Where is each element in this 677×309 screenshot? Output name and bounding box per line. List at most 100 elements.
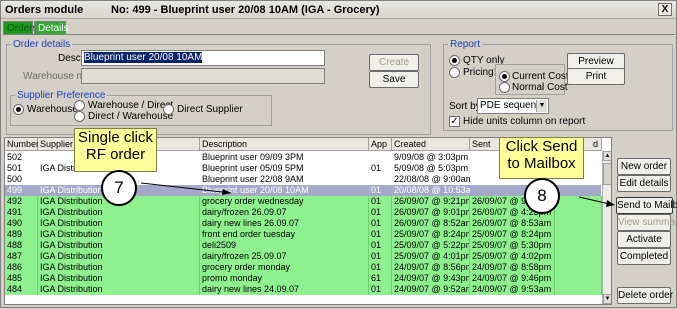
radio-warehouse-direct[interactable] [74, 100, 85, 111]
table-row[interactable]: 499 IGA Distribution Blueprint user 20/08 … [5, 185, 601, 196]
table-row[interactable]: 488 IGA Distribution deli2509 01 25/09/07 @ … [5, 240, 602, 251]
order-title: No: 499 - Blueprint user 20/08 10AM (IGA… [111, 4, 380, 16]
cell-num: 500 [7, 174, 23, 184]
cell-created: 20/08/08 @ 10:53am [394, 185, 470, 195]
tab-details[interactable]: Details [34, 21, 69, 35]
scroll-thumb[interactable] [603, 163, 611, 185]
cell-extra [555, 273, 602, 284]
cell-app: 01 [371, 185, 382, 195]
cell-desc: Blueprint user 20/08 10AM [202, 185, 309, 195]
tab-orders[interactable]: Orders [3, 21, 38, 35]
desc-label: Desc [58, 53, 81, 64]
cell-desc: dairy new lines 26.09.07 [200, 218, 369, 229]
callout-send-mailbox: Click Send to Mailbox [499, 137, 584, 179]
radio-current-cost[interactable] [499, 71, 510, 82]
cell-created: 25/09/07 @ 5:22pm [394, 240, 470, 251]
table-row[interactable]: 491 IGA Distribution dairy/frozen 26.09.07… [5, 207, 602, 218]
radio-direct-warehouse-label: Direct / Warehouse [88, 111, 174, 122]
edit-details-button[interactable]: Edit details [617, 175, 671, 192]
col-header-created[interactable]: Created [392, 138, 470, 151]
cell-extra [555, 196, 602, 207]
view-summary-button[interactable]: View summary [617, 214, 677, 231]
cell-sent: 24/09/07 @ 8:58pm [470, 262, 555, 273]
cell-num: 492 [5, 196, 38, 207]
cell-supplier: IGA Distribution [38, 251, 200, 262]
cell-desc: Blueprint user 09/09 3PM [202, 152, 304, 162]
table-row[interactable]: 485 IGA Distribution promo monday 61 24/09/0… [5, 273, 602, 284]
desc-input[interactable]: Blueprint user 20/08 10AM [81, 50, 325, 66]
radio-pricing[interactable] [449, 67, 460, 78]
table-row[interactable]: 486 IGA Distribution grocery order monday 0… [5, 262, 602, 273]
close-button[interactable]: X [658, 3, 672, 16]
window-title: Orders module [5, 4, 84, 16]
cell-num: 486 [5, 262, 38, 273]
radio-direct-supplier[interactable] [163, 104, 174, 115]
callout-select-line1: Single click [77, 129, 154, 146]
new-order-button[interactable]: New order [617, 158, 671, 175]
cell-app [369, 152, 392, 163]
hide-units-checkbox[interactable]: ✓ [449, 116, 460, 127]
table-scrollbar[interactable]: ▲ ▼ [602, 151, 611, 304]
radio-qty-only[interactable] [449, 55, 460, 66]
cell-supplier: IGA Distribution [38, 240, 200, 251]
cell-extra [555, 185, 602, 196]
cell-supplier: IGA Distribution [38, 273, 200, 284]
cell-created: 22/08/08 @ 9:00am [394, 174, 470, 184]
scroll-up-icon[interactable]: ▲ [603, 151, 611, 161]
cell-sent: 25/09/07 @ 5:30pm [470, 240, 555, 251]
completed-button[interactable]: Completed [617, 248, 671, 265]
col-header-app[interactable]: App [369, 138, 392, 151]
col-header-description[interactable]: Description [200, 138, 369, 151]
cell-desc: dairy/frozen 26.09.07 [200, 207, 369, 218]
send-to-mailbox-button[interactable]: Send to Mailbox [616, 197, 677, 214]
save-button[interactable]: Save [369, 71, 419, 88]
pricing-label: Pricing: [463, 67, 497, 78]
sort-by-label: Sort by [449, 101, 481, 112]
cell-num: 489 [5, 229, 38, 240]
cell-created: 9/09/08 @ 3:03pm [394, 152, 469, 162]
cell-num: 484 [5, 284, 38, 295]
cell-num: 487 [5, 251, 38, 262]
cell-num: 499 [7, 185, 23, 195]
cell-app: 01 [369, 207, 392, 218]
warehouse-note-input[interactable] [81, 68, 325, 84]
cell-num: 488 [5, 240, 38, 251]
print-button[interactable]: Print [567, 68, 625, 85]
cell-desc: deli2509 [200, 240, 369, 251]
table-row[interactable]: 489 IGA Distribution front end order tuesd… [5, 229, 602, 240]
cell-supplier: IGA Distribution [38, 229, 200, 240]
cell-sent: 25/09/07 @ 4:02pm [470, 251, 555, 262]
cell-num: 491 [5, 207, 38, 218]
create-button[interactable]: Create [369, 54, 419, 71]
cell-extra [555, 229, 602, 240]
activate-button[interactable]: Activate [617, 231, 671, 248]
table-row[interactable]: 487 IGA Distribution dairy/frozen 25.09.07… [5, 251, 602, 262]
col-header-number[interactable]: Number [5, 138, 39, 151]
cell-supplier: IGA Distribution [38, 284, 200, 295]
table-row[interactable]: 492 IGA Distribution grocery order wednesd… [5, 196, 602, 207]
table-row[interactable]: 490 IGA Distribution dairy new lines 26.09… [5, 218, 602, 229]
radio-normal-cost[interactable] [499, 82, 510, 93]
hide-units-label: Hide units column on report [463, 116, 586, 127]
cell-supplier: IGA Distribution [38, 218, 200, 229]
cell-extra [555, 251, 602, 262]
cell-app: 01 [369, 218, 392, 229]
scroll-down-icon[interactable]: ▼ [603, 294, 611, 304]
cell-num: 501 [7, 163, 23, 173]
delete-order-button[interactable]: Delete order [617, 287, 673, 304]
radio-warehouse-direct-label: Warehouse / Direct [88, 100, 174, 111]
cell-app: 01 [369, 196, 392, 207]
radio-direct-warehouse[interactable] [74, 111, 85, 122]
table-row[interactable]: 484 IGA Distribution dairy new lines 24.09… [5, 284, 602, 295]
desc-value: Blueprint user 20/08 10AM [84, 52, 203, 63]
cell-sent: 26/09/07 @ 8:53am [470, 218, 555, 229]
radio-warehouse[interactable] [13, 104, 24, 115]
cell-created: 26/09/07 @ 9:21pm [394, 196, 470, 207]
cell-num: 490 [5, 218, 38, 229]
chevron-down-icon[interactable]: ▼ [536, 100, 547, 112]
cell-created: 24/09/07 @ 9:52am [394, 284, 470, 295]
sort-by-select[interactable]: PDE sequence ▼ [477, 98, 549, 114]
cell-desc: dairy new lines 24.09.07 [200, 284, 369, 295]
orders-module-window: Orders module No: 499 - Blueprint user 2… [0, 0, 677, 308]
cell-created: 24/09/07 @ 8:56pm [394, 262, 470, 273]
